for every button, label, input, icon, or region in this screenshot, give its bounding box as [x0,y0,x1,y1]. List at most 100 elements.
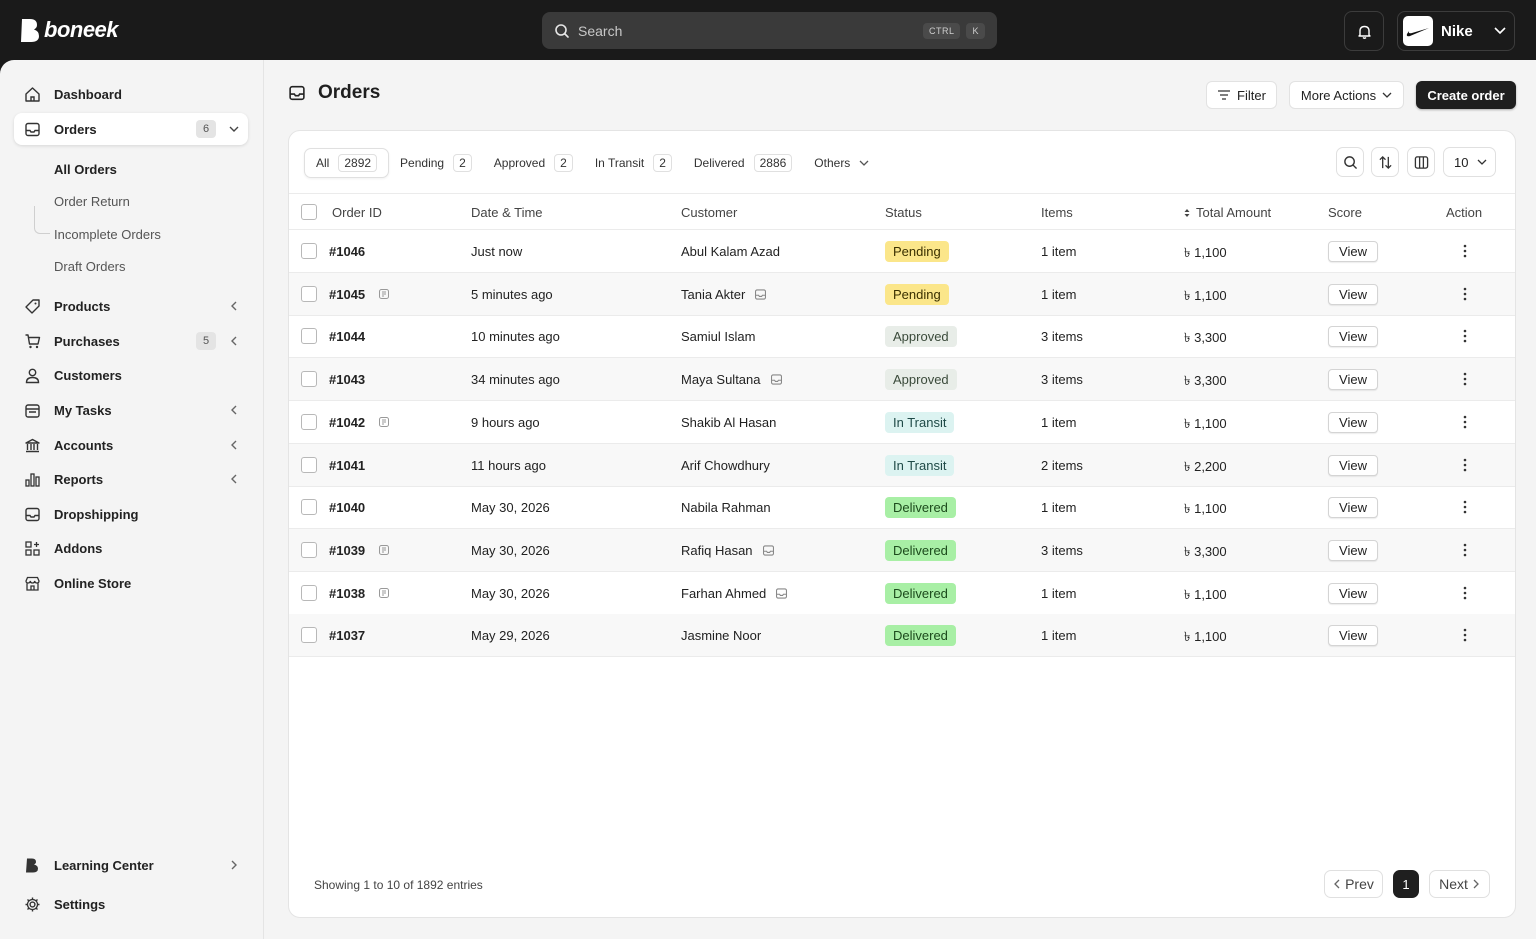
total-amount-header[interactable]: Total Amount [1184,205,1271,220]
account-switcher[interactable]: Nike [1397,11,1515,51]
order-id[interactable]: #1039 [329,543,365,558]
sidebar-item-orders[interactable]: Orders 6 [14,113,248,145]
sidebar-item-online-store[interactable]: Online Store [14,567,248,599]
sidebar-item-dropshipping[interactable]: Dropshipping [14,498,248,530]
more-actions-button[interactable]: More Actions [1289,81,1404,109]
view-button[interactable]: View [1328,497,1378,519]
next-page-button[interactable]: Next [1429,870,1490,898]
more-options-icon[interactable] [1463,372,1467,386]
tab-pending[interactable]: Pending 2 [389,148,483,178]
row-checkbox[interactable] [301,285,317,302]
view-button[interactable]: View [1328,411,1378,433]
more-options-icon[interactable] [1463,458,1467,472]
create-order-button[interactable]: Create order [1416,81,1516,109]
table-row[interactable]: #1037 May 29, 2026 Jasmine Noor Delivered 1 … [289,614,1515,658]
order-id-cell[interactable]: #1040 [329,500,365,515]
tab-all[interactable]: All 2892 [304,148,390,178]
select-all-checkbox[interactable] [301,204,317,220]
order-id-cell[interactable]: #1038 [329,586,390,601]
tab-delivered[interactable]: Delivered 2886 [683,148,803,178]
view-button[interactable]: View [1328,539,1378,561]
table-search-button[interactable] [1336,147,1364,177]
order-id[interactable]: #1040 [329,500,365,515]
row-checkbox[interactable] [301,584,317,601]
search-input[interactable] [578,22,917,39]
more-options-icon[interactable] [1463,329,1467,343]
more-options-icon[interactable] [1463,415,1467,429]
row-checkbox[interactable] [301,413,317,430]
tab-others[interactable]: Others [803,148,880,178]
order-id-cell[interactable]: #1044 [329,329,365,344]
submenu-draft-orders[interactable]: Draft Orders [54,259,126,274]
view-button[interactable]: View [1328,369,1378,391]
sort-button[interactable] [1371,147,1399,177]
table-row[interactable]: #1042 9 hours ago Shakib Al Hasan In Transi… [289,401,1515,444]
order-id-cell[interactable]: #1043 [329,372,365,387]
table-row[interactable]: #1040 May 30, 2026 Nabila Rahman Delivered 1… [289,486,1515,530]
order-id-cell[interactable]: #1037 [329,628,365,643]
sidebar-item-purchases[interactable]: Purchases 5 [14,325,248,357]
table-row[interactable]: #1045 5 minutes ago Tania Akter Pending 1 it… [289,272,1515,316]
columns-button[interactable] [1407,147,1435,177]
tab-in-transit[interactable]: In Transit 2 [584,148,683,178]
view-button[interactable]: View [1328,454,1378,476]
more-options-icon[interactable] [1463,244,1467,258]
sidebar-item-dashboard[interactable]: Dashboard [14,78,248,110]
table-row[interactable]: #1044 10 minutes ago Samiul Islam Approved 3… [289,315,1515,359]
order-id[interactable]: #1043 [329,372,365,387]
order-id[interactable]: #1038 [329,586,365,601]
view-button[interactable]: View [1328,582,1378,604]
sidebar-item-my-tasks[interactable]: My Tasks [14,394,248,426]
more-options-icon[interactable] [1463,628,1467,642]
prev-page-button[interactable]: Prev [1324,870,1383,898]
table-row[interactable]: #1046 Just now Abul Kalam Azad Pending 1 ite… [289,230,1515,273]
order-id-cell[interactable]: #1039 [329,543,390,558]
table-row[interactable]: #1041 11 hours ago Arif Chowdhury In Transi… [289,443,1515,487]
row-checkbox[interactable] [301,243,317,259]
sidebar-item-products[interactable]: Products [14,290,248,322]
view-button[interactable]: View [1328,625,1378,647]
order-id-cell[interactable]: #1041 [329,458,365,473]
order-id-cell[interactable]: #1046 [329,244,365,259]
global-search[interactable]: CTRL K [542,12,997,49]
sidebar-item-learning-center[interactable]: Learning Center [14,849,248,881]
row-checkbox[interactable] [301,371,317,388]
view-button[interactable]: View [1328,283,1378,305]
view-button[interactable]: View [1328,241,1378,262]
submenu-incomplete-orders[interactable]: Incomplete Orders [54,227,161,242]
sidebar-item-settings[interactable]: Settings [14,888,248,920]
table-row[interactable]: #1039 May 30, 2026 Rafiq Hasan Delivered 3 i… [289,528,1515,572]
row-checkbox[interactable] [301,541,317,558]
order-id[interactable]: #1046 [329,244,365,259]
order-id[interactable]: #1041 [329,458,365,473]
order-id[interactable]: #1042 [329,415,365,430]
order-id[interactable]: #1037 [329,628,365,643]
more-options-icon[interactable] [1463,500,1467,514]
filter-button[interactable]: Filter [1206,81,1277,109]
more-options-icon[interactable] [1463,287,1467,301]
more-options-icon[interactable] [1463,586,1467,600]
sidebar-item-addons[interactable]: Addons [14,532,248,564]
more-options-icon[interactable] [1463,543,1467,557]
sidebar-item-customers[interactable]: Customers [14,359,248,391]
sidebar-item-accounts[interactable]: Accounts [14,429,248,461]
table-row[interactable]: #1043 34 minutes ago Maya Sultana Approved 3… [289,358,1515,402]
table-row[interactable]: #1038 May 30, 2026 Farhan Ahmed Delivered 1 … [289,572,1515,615]
order-id[interactable]: #1044 [329,329,365,344]
row-checkbox[interactable] [301,499,317,516]
row-checkbox[interactable] [301,456,317,473]
page-size-select[interactable]: 10 [1443,147,1496,177]
tab-approved[interactable]: Approved 2 [483,148,584,178]
sidebar-item-reports[interactable]: Reports [14,463,248,495]
submenu-all-orders[interactable]: All Orders [54,162,117,177]
submenu-order-return[interactable]: Order Return [54,194,130,209]
order-id[interactable]: #1045 [329,287,365,302]
view-button[interactable]: View [1328,326,1378,348]
row-checkbox[interactable] [301,328,317,345]
row-checkbox[interactable] [301,627,317,644]
order-id-cell[interactable]: #1042 [329,415,390,430]
page-number-button[interactable]: 1 [1393,870,1419,898]
order-id-cell[interactable]: #1045 [329,287,390,302]
notifications-button[interactable] [1344,11,1384,51]
brand-logo[interactable]: boneek [20,17,119,43]
